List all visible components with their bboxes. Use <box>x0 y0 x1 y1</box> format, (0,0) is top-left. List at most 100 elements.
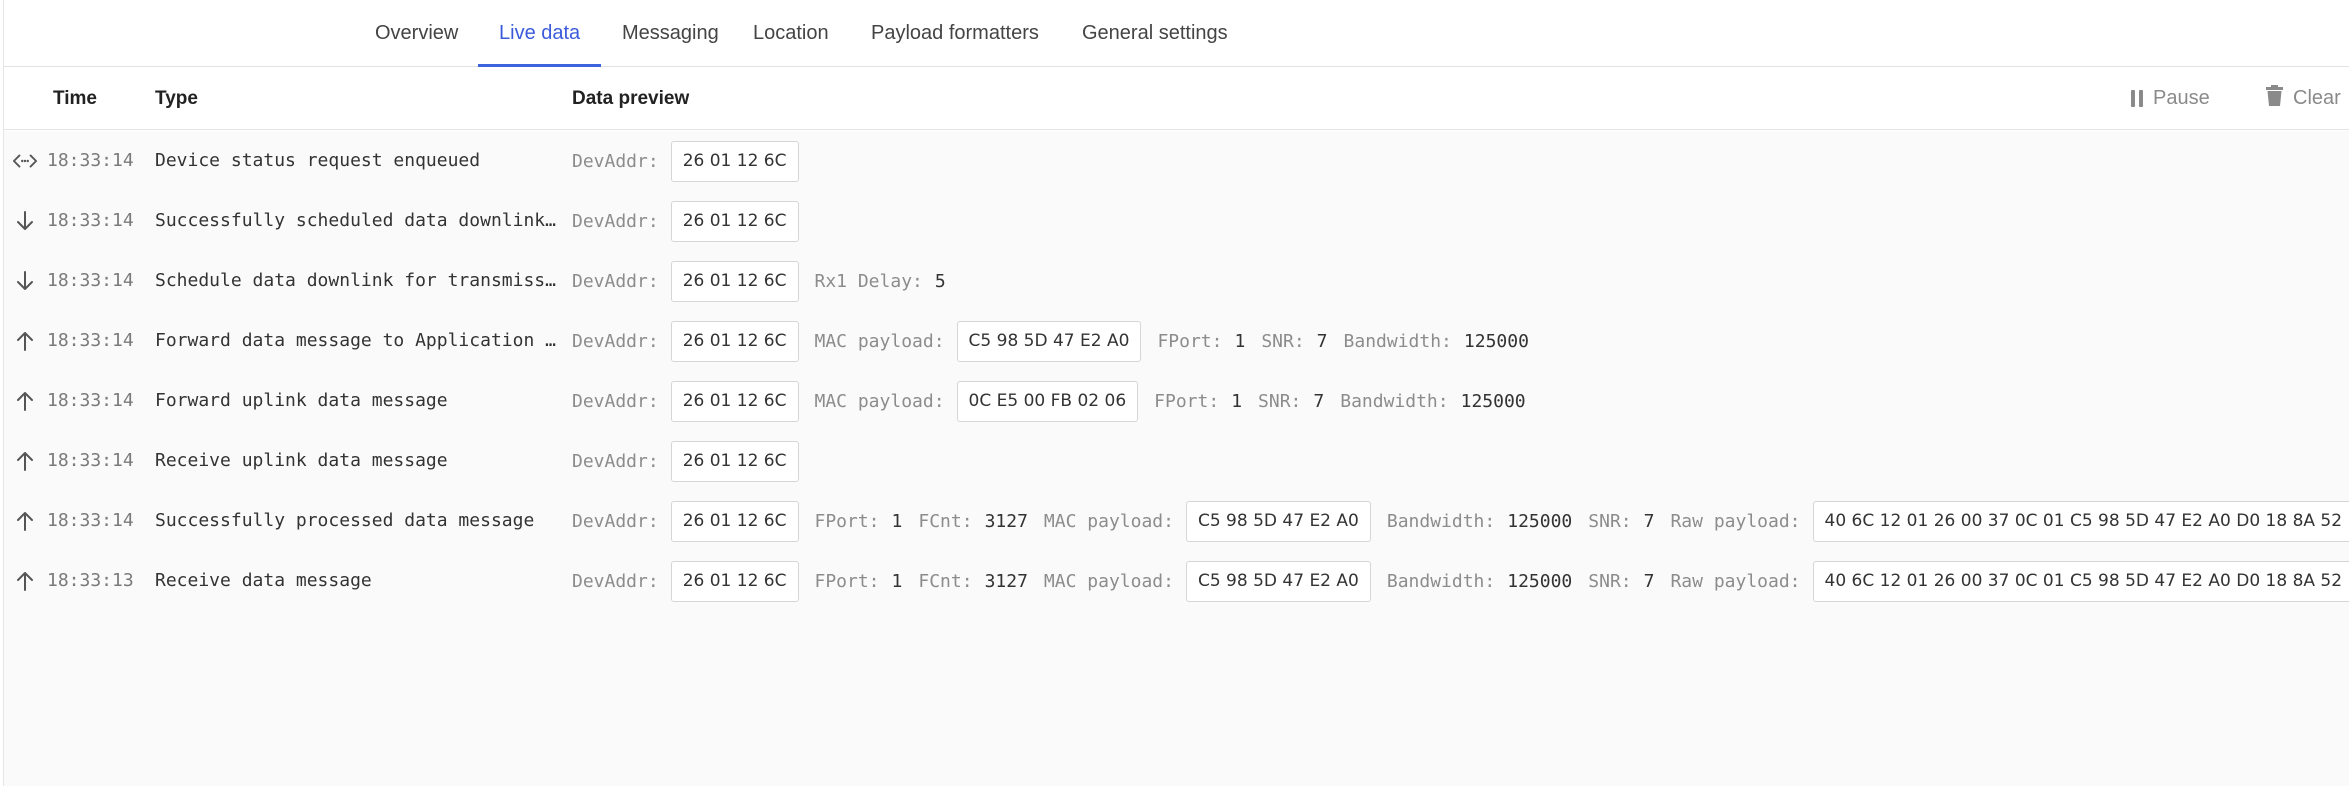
event-type: Successfully processed data message <box>155 510 535 531</box>
event-row[interactable]: 18:33:14 Successfully processed data mess… <box>4 491 2349 551</box>
clear-button[interactable]: Clear <box>2266 67 2341 130</box>
tab-location[interactable]: Location <box>732 0 850 67</box>
field-label: Bandwidth: <box>1340 390 1449 412</box>
event-type: Successfully scheduled data downlink for… <box>155 210 560 231</box>
tab-general-settings[interactable]: General settings <box>1061 0 1249 67</box>
field-label: Raw payload: <box>1670 510 1801 532</box>
event-time: 18:33:14 <box>47 210 134 231</box>
column-header-data-preview: Data preview <box>572 88 690 109</box>
field-value: 5 <box>934 270 946 292</box>
arrow-up-icon <box>13 450 37 472</box>
field-label: MAC payload: <box>1043 510 1174 532</box>
live-data-panel: Overview Live data Messaging Location Pa… <box>3 0 2349 786</box>
field-label: DevAddr: <box>572 390 659 412</box>
field-label: FPort: <box>814 570 880 592</box>
tab-messaging[interactable]: Messaging <box>601 0 740 67</box>
field-value: 125000 <box>1507 570 1573 592</box>
field-value-box[interactable]: 26 01 12 6C <box>670 200 799 242</box>
event-time: 18:33:14 <box>47 510 134 531</box>
field-label: FCnt: <box>918 570 973 592</box>
field-value-box[interactable]: C5 98 5D 47 E2 A0 <box>1185 560 1371 602</box>
trash-icon <box>2266 85 2283 112</box>
event-row[interactable]: 18:33:14 Device status request enqueued De… <box>4 131 2349 191</box>
field-value: 1 <box>891 510 903 532</box>
field-value-box[interactable]: 40 6C 12 01 26 00 37 0C 01 C5 98 5D 47 E… <box>1812 560 2349 602</box>
field-label: MAC payload: <box>814 390 945 412</box>
event-time: 18:33:14 <box>47 150 134 171</box>
field-label: Bandwidth: <box>1386 510 1496 532</box>
field-value-box[interactable]: 26 01 12 6C <box>670 380 799 422</box>
event-time: 18:33:14 <box>47 330 134 351</box>
field-label: SNR: <box>1588 570 1632 592</box>
field-label: SNR: <box>1261 330 1305 352</box>
field-value: 1 <box>891 570 903 592</box>
event-time: 18:33:14 <box>47 450 134 471</box>
field-label: FPort: <box>1154 390 1220 412</box>
field-value-box[interactable]: 26 01 12 6C <box>670 560 799 602</box>
bidirectional-arrow-icon <box>13 150 37 172</box>
field-value-box[interactable]: 26 01 12 6C <box>670 440 799 482</box>
field-label: SNR: <box>1258 390 1302 412</box>
tab-overview[interactable]: Overview <box>354 0 479 67</box>
field-value: 7 <box>1316 330 1328 352</box>
event-type: Forward uplink data message <box>155 390 448 411</box>
field-label: FPort: <box>814 510 880 532</box>
event-type: Forward data message to Application Serv… <box>155 330 560 351</box>
event-time: 18:33:14 <box>47 390 134 411</box>
field-value: 1 <box>1231 390 1243 412</box>
data-preview: DevAddr: 26 01 12 6C <box>572 131 815 191</box>
pause-label: Pause <box>2153 87 2210 109</box>
field-label: DevAddr: <box>572 330 659 352</box>
field-value: 7 <box>1313 390 1325 412</box>
field-label: Bandwidth: <box>1343 330 1452 352</box>
event-list: 18:33:14 Device status request enqueued De… <box>4 131 2349 786</box>
event-type: Device status request enqueued <box>155 150 481 171</box>
event-row[interactable]: 18:33:14 Forward data message to Applicat… <box>4 311 2349 371</box>
field-label: Raw payload: <box>1670 570 1801 592</box>
data-preview: DevAddr: 26 01 12 6C MAC payload: 0C E5 00 … <box>572 371 1542 431</box>
pause-button[interactable]: Pause <box>2131 67 2210 130</box>
event-row[interactable]: 18:33:14 Schedule data downlink for trans… <box>4 251 2349 311</box>
field-value: 3127 <box>984 570 1028 592</box>
data-preview: DevAddr: 26 01 12 6C <box>572 191 815 251</box>
event-row[interactable]: 18:33:14 Receive uplink data message DevAd… <box>4 431 2349 491</box>
event-type: Receive uplink data message <box>155 450 448 471</box>
field-value-box[interactable]: 26 01 12 6C <box>670 140 799 182</box>
field-value-box[interactable]: C5 98 5D 47 E2 A0 <box>1185 500 1371 542</box>
column-header-time: Time <box>53 88 98 109</box>
field-value-box[interactable]: 0C E5 00 FB 02 06 <box>956 380 1139 422</box>
event-row[interactable]: 18:33:13 Receive data message DevAddr: 26 0… <box>4 551 2349 611</box>
field-label: Bandwidth: <box>1386 570 1496 592</box>
field-label: DevAddr: <box>572 450 659 472</box>
column-header-type: Type <box>155 88 198 109</box>
field-value-box[interactable]: 40 6C 12 01 26 00 37 0C 01 C5 98 5D 47 E… <box>1812 500 2349 542</box>
field-value-box[interactable]: 26 01 12 6C <box>670 500 799 542</box>
event-row[interactable]: 18:33:14 Successfully scheduled data down… <box>4 191 2349 251</box>
data-preview: DevAddr: 26 01 12 6C FPort: 1 FCnt: 3127 MAC p… <box>572 491 2349 551</box>
field-label: Rx1 Delay: <box>814 270 923 292</box>
data-preview: DevAddr: 26 01 12 6C Rx1 Delay: 5 <box>572 251 962 311</box>
tab-payload-formatters[interactable]: Payload formatters <box>850 0 1060 67</box>
arrow-up-icon <box>13 330 37 352</box>
event-type: Receive data message <box>155 570 372 591</box>
data-preview: DevAddr: 26 01 12 6C <box>572 431 815 491</box>
event-row[interactable]: 18:33:14 Forward uplink data message DevAd… <box>4 371 2349 431</box>
event-time: 18:33:14 <box>47 270 134 291</box>
field-value: 1 <box>1234 330 1246 352</box>
field-label: FPort: <box>1157 330 1223 352</box>
field-label: MAC payload: <box>814 330 945 352</box>
field-label: SNR: <box>1588 510 1632 532</box>
arrow-up-icon <box>13 570 37 592</box>
field-value-box[interactable]: 26 01 12 6C <box>670 260 799 302</box>
field-label: DevAddr: <box>572 510 659 532</box>
tab-live-data[interactable]: Live data <box>478 0 602 68</box>
field-value-box[interactable]: C5 98 5D 47 E2 A0 <box>956 320 1142 362</box>
event-time: 18:33:13 <box>47 570 134 591</box>
field-label: FCnt: <box>918 510 973 532</box>
arrow-up-icon <box>13 510 37 532</box>
field-label: MAC payload: <box>1043 570 1174 592</box>
field-value-box[interactable]: 26 01 12 6C <box>670 320 799 362</box>
field-label: DevAddr: <box>572 570 659 592</box>
pause-icon <box>2131 90 2143 107</box>
data-preview: DevAddr: 26 01 12 6C FPort: 1 FCnt: 3127 MAC p… <box>572 551 2349 611</box>
